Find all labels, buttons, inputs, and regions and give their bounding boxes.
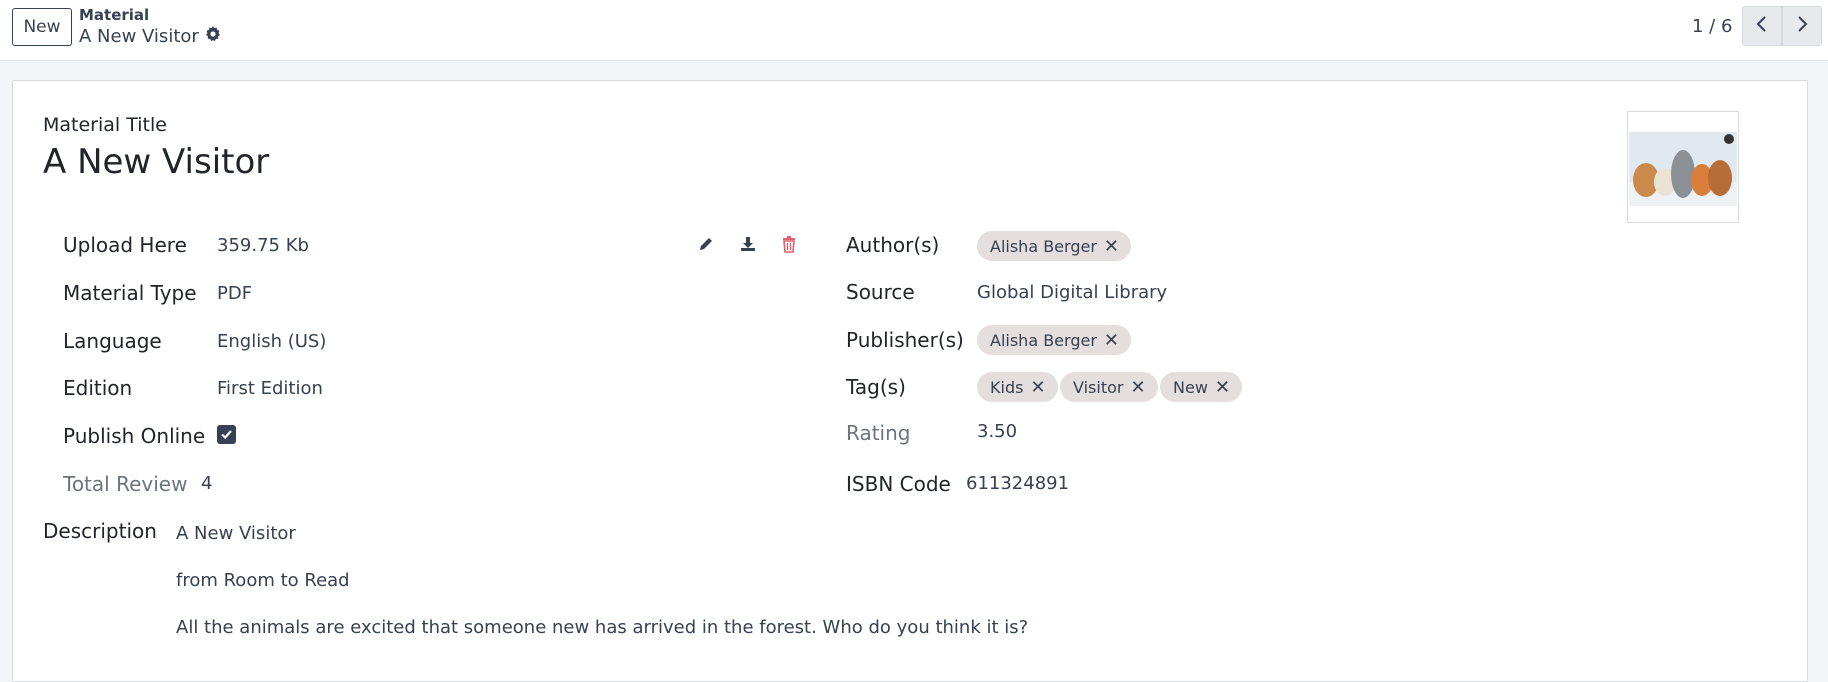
tag-label: Kids (990, 377, 1024, 397)
close-icon[interactable]: ✕ (1030, 377, 1045, 398)
source-label: Source (846, 280, 915, 304)
material-type-field[interactable]: PDF (217, 283, 252, 304)
publishers-label: Publisher(s) (846, 328, 964, 352)
pager-value[interactable]: 1 / 6 (1692, 16, 1732, 37)
breadcrumb-current: A New Visitor (79, 26, 221, 47)
isbn-label: ISBN Code (846, 472, 951, 496)
rating-label: Rating (846, 421, 911, 445)
publisher-tag: Alisha Berger ✕ (977, 325, 1131, 355)
isbn-field[interactable]: 611324891 (966, 473, 1069, 494)
total-review-label: Total Review (63, 472, 188, 496)
tag-kids: Kids ✕ (977, 372, 1058, 402)
description-label: Description (43, 519, 157, 543)
tag-label: Visitor (1073, 377, 1124, 397)
cover-illustration (1629, 132, 1737, 206)
chevron-left-icon (1755, 15, 1769, 37)
language-field[interactable]: English (US) (217, 331, 326, 352)
new-button[interactable]: New (12, 8, 72, 46)
breadcrumb-current-label: A New Visitor (79, 26, 199, 47)
source-field[interactable]: Global Digital Library (977, 282, 1167, 303)
language-label: Language (63, 329, 162, 353)
close-icon[interactable]: ✕ (1130, 377, 1145, 398)
control-panel: New Material A New Visitor 1 / 6 (0, 0, 1828, 61)
upload-label: Upload Here (63, 233, 187, 257)
edition-label: Edition (63, 376, 133, 400)
rating-value: 3.50 (977, 421, 1018, 442)
breadcrumb-parent[interactable]: Material (79, 6, 149, 24)
chevron-right-icon (1795, 15, 1809, 37)
publisher-tag-label: Alisha Berger (990, 330, 1097, 350)
material-type-label: Material Type (63, 281, 197, 305)
author-tag: Alisha Berger ✕ (977, 231, 1131, 261)
cover-image[interactable] (1627, 111, 1739, 223)
close-icon[interactable]: ✕ (1215, 377, 1230, 398)
description-line[interactable]: A New Visitor (176, 523, 296, 544)
edition-field[interactable]: First Edition (217, 378, 323, 399)
pencil-icon[interactable] (696, 234, 716, 254)
pager-previous-button[interactable] (1742, 6, 1782, 46)
tag-label: New (1173, 377, 1208, 397)
trash-icon[interactable] (779, 234, 799, 254)
pager-next-button[interactable] (1782, 6, 1822, 46)
description-line[interactable]: All the animals are excited that someone… (176, 617, 1028, 638)
gear-icon[interactable] (205, 26, 221, 47)
author-tag-label: Alisha Berger (990, 236, 1097, 256)
description-line[interactable]: from Room to Read (176, 570, 350, 591)
material-title-label: Material Title (43, 114, 167, 136)
tag-visitor: Visitor ✕ (1060, 372, 1158, 402)
material-title-field[interactable]: A New Visitor (43, 142, 269, 182)
publish-online-label: Publish Online (63, 424, 206, 448)
total-review-value: 4 (201, 473, 213, 494)
checkmark-icon (221, 430, 232, 440)
upload-file-size: 359.75 Kb (217, 235, 309, 256)
download-icon[interactable] (738, 234, 758, 254)
publish-online-checkbox[interactable] (217, 425, 236, 444)
tags-label: Tag(s) (846, 375, 906, 399)
tag-new: New ✕ (1160, 372, 1242, 402)
authors-label: Author(s) (846, 233, 940, 257)
close-icon[interactable]: ✕ (1104, 236, 1119, 257)
close-icon[interactable]: ✕ (1104, 330, 1119, 351)
